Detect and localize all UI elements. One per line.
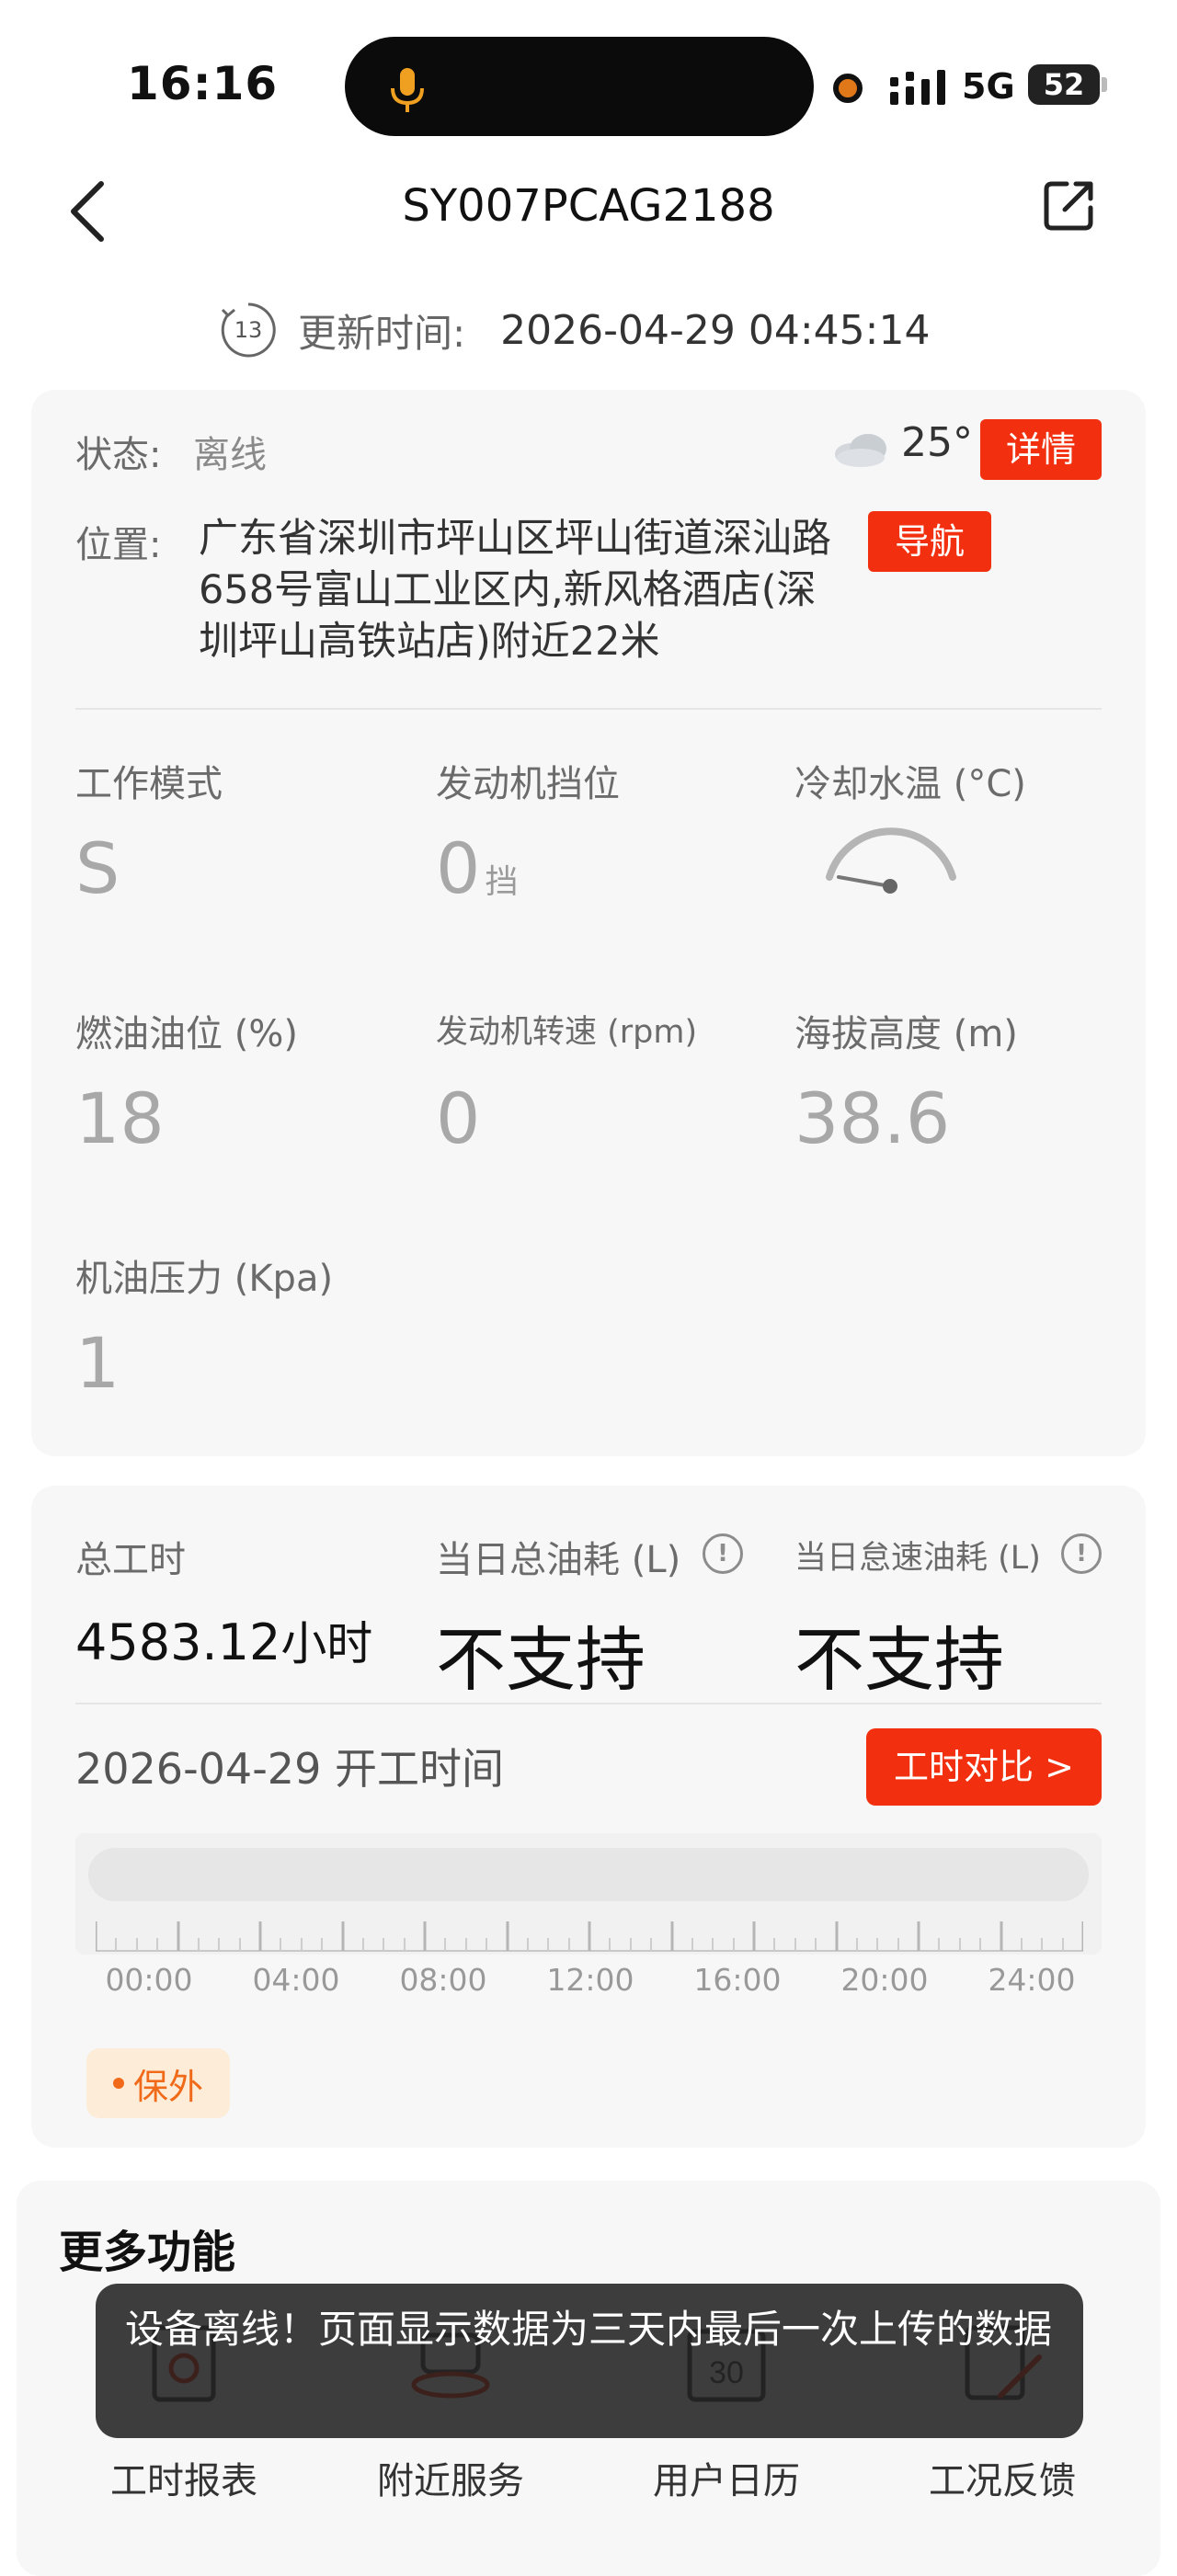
offline-toast: 设备离线！页面显示数据为三天内最后一次上传的数据 (96, 2284, 1083, 2438)
share-icon[interactable] (1039, 177, 1098, 235)
gear-unit: 挡 (485, 863, 519, 901)
altitude-value: 38.6 (794, 1077, 951, 1159)
refresh-countdown-icon[interactable]: 13 (219, 301, 278, 359)
recording-indicator-icon (833, 74, 863, 103)
cloud-icon (835, 434, 886, 467)
timeline-tick-label: 12:00 (546, 1962, 634, 1998)
update-label: 更新时间: (298, 310, 466, 356)
battery-tip (1102, 77, 1107, 92)
update-time: 2026-04-29 04:45:14 (500, 306, 931, 354)
info-icon[interactable]: ! (703, 1533, 743, 1574)
signal-icon (890, 70, 945, 105)
work-mode-label: 工作模式 (75, 763, 223, 805)
rpm-value: 0 (436, 1077, 481, 1159)
more-functions-title: 更多功能 (59, 2227, 236, 2278)
timeline-ticks (96, 1921, 1083, 1952)
hours-compare-button[interactable]: 工时对比 > (866, 1728, 1102, 1806)
status-time: 16:16 (127, 57, 279, 110)
dynamic-island (345, 37, 814, 136)
position-text: 广东省深圳市坪山区坪山街道深汕路658号富山工业区内,新风格酒店(深圳坪山高铁站… (199, 516, 831, 665)
status-value: 离线 (193, 434, 267, 476)
timeline-tick-label: 24:00 (988, 1962, 1076, 1998)
battery-indicator: 52 (1028, 64, 1100, 105)
status-label: 状态: (75, 434, 162, 476)
timeline-tick-label: 04:00 (252, 1962, 340, 1998)
function-report[interactable]: 工时报表 (78, 2451, 290, 2504)
network-type: 5G (962, 66, 1015, 107)
gear-label: 发动机挡位 (436, 763, 620, 805)
gear-value: 0 (436, 827, 481, 909)
timeline-tick-label: 20:00 (840, 1962, 929, 1998)
coolant-gauge-icon (826, 827, 956, 894)
timeline-track (88, 1848, 1089, 1901)
altitude-label: 海拔高度 (m) (794, 1013, 1018, 1055)
total-hours: 4583.12小时 (75, 1607, 372, 1673)
warranty-badge-text: 保外 (132, 2066, 203, 2107)
refresh-countdown: 13 (234, 317, 263, 343)
navigate-button[interactable]: 导航 (868, 511, 991, 572)
detail-button[interactable]: 详情 (980, 419, 1102, 480)
position-label: 位置: (75, 524, 162, 566)
total-hours-value: 4583.12 (75, 1613, 281, 1671)
idle-fuel-label: 当日怠速油耗 (L) (794, 1540, 1041, 1577)
start-time-title: 2026-04-29 开工时间 (75, 1744, 504, 1794)
rpm-label: 发动机转速 (rpm) (436, 1014, 698, 1051)
total-hours-unit: 小时 (280, 1617, 373, 1670)
temperature: 25° (901, 419, 973, 466)
gear-value-group: 0 挡 (436, 827, 518, 909)
work-mode-value: S (75, 827, 120, 909)
function-nearby-service[interactable]: 附近服务 (345, 2451, 556, 2504)
timeline-tick-label: 16:00 (693, 1962, 782, 1998)
daily-fuel-label: 当日总油耗 (L) (436, 1539, 681, 1581)
timeline-tick-label: 00:00 (105, 1962, 193, 1998)
daily-fuel-value: 不支持 (436, 1619, 646, 1701)
coolant-label: 冷却水温 (°C) (794, 763, 1026, 805)
update-row: 13 更新时间: 2026-04-29 04:45:14 (219, 296, 930, 364)
warranty-badge: 保外 (86, 2048, 230, 2118)
oil-pressure-label: 机油压力 (Kpa) (75, 1258, 334, 1300)
function-feedback[interactable]: 工况反馈 (897, 2451, 1108, 2504)
badge-dot-icon (112, 2078, 124, 2089)
oil-pressure-value: 1 (75, 1322, 120, 1404)
idle-fuel-value: 不支持 (794, 1619, 1004, 1701)
function-calendar[interactable]: 用户日历 (621, 2451, 832, 2504)
total-hours-label: 总工时 (75, 1539, 186, 1581)
page-title: SY007PCAG2188 (402, 180, 775, 232)
fuel-label: 燃油油位 (%) (75, 1013, 298, 1055)
microphone-icon (391, 68, 424, 112)
info-icon[interactable]: ! (1061, 1533, 1102, 1574)
card-divider (75, 708, 1102, 710)
card-divider (75, 1703, 1102, 1704)
fuel-value: 18 (75, 1077, 165, 1159)
timeline-tick-label: 08:00 (399, 1962, 487, 1998)
